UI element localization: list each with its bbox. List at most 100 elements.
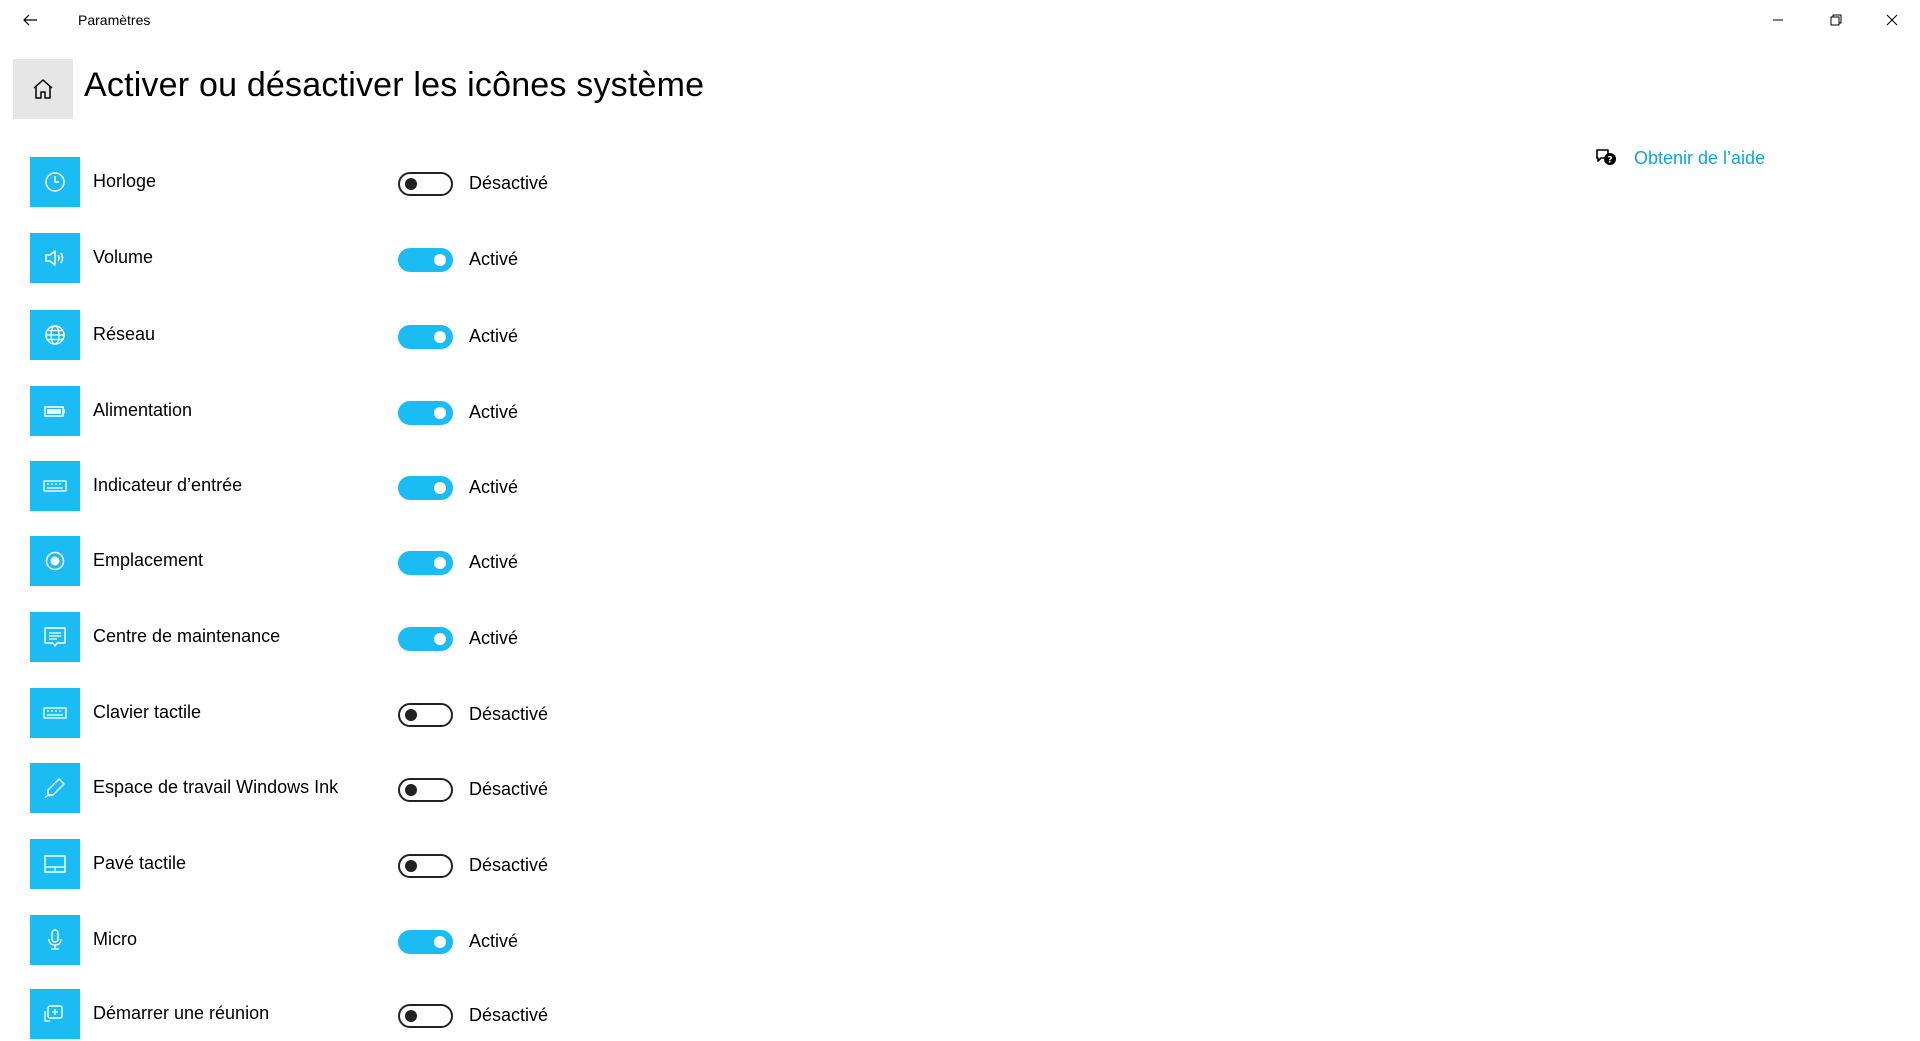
- toggle-knob: [405, 860, 417, 872]
- toggle-knob: [405, 178, 417, 190]
- row-meet-now: Démarrer une réunion Désactivé: [30, 989, 550, 1041]
- help-label: Obtenir de l’aide: [1634, 147, 1766, 168]
- row-label-microphone: Micro: [93, 929, 137, 949]
- state-microphone: Activé: [469, 931, 519, 951]
- minimize-button[interactable]: [1750, 0, 1806, 40]
- state-network: Activé: [469, 326, 519, 346]
- row-label-meet-now: Démarrer une réunion: [93, 1003, 270, 1023]
- row-network: Réseau Activé: [30, 310, 550, 362]
- row-clock: Horloge Désactivé: [30, 157, 550, 209]
- state-power: Activé: [469, 402, 519, 422]
- row-label-power: Alimentation: [93, 400, 193, 420]
- pen-icon: [44, 778, 65, 799]
- toggle-network[interactable]: [398, 325, 453, 349]
- row-label-volume: Volume: [93, 247, 154, 267]
- toggle-knob: [434, 633, 446, 645]
- back-button[interactable]: [10, 4, 50, 36]
- toggle-power[interactable]: [398, 401, 453, 425]
- keyboard-icon: [43, 480, 67, 492]
- row-action-center: Centre de maintenance Activé: [30, 612, 550, 664]
- toggle-knob: [434, 254, 446, 266]
- tile-power: [30, 386, 80, 436]
- app-title: Paramètres: [78, 12, 151, 28]
- toggle-input-indicator[interactable]: [398, 476, 453, 500]
- toggle-microphone[interactable]: [398, 930, 453, 954]
- toggle-touchpad[interactable]: [398, 854, 453, 878]
- row-input-indicator: Indicateur d’entrée Activé: [30, 461, 550, 513]
- minimize-icon: [1773, 19, 1783, 21]
- row-label-touch-keyboard: Clavier tactile: [93, 702, 202, 722]
- home-icon: [33, 79, 53, 99]
- back-arrow-icon: [23, 14, 37, 26]
- toggle-meet-now[interactable]: [398, 1004, 453, 1028]
- toggle-knob: [434, 936, 446, 948]
- tile-input-indicator: [30, 461, 80, 511]
- row-touch-keyboard: Clavier tactile Désactivé: [30, 688, 550, 740]
- meet-now-icon: [44, 1005, 63, 1022]
- tile-touch-keyboard: [30, 688, 80, 738]
- row-location: Emplacement Activé: [30, 536, 550, 588]
- toggle-action-center[interactable]: [398, 627, 453, 651]
- state-clock: Désactivé: [469, 173, 549, 193]
- tile-clock: [30, 157, 80, 207]
- tile-touchpad: [30, 839, 80, 889]
- location-icon: [45, 551, 65, 571]
- title-bar: Paramètres: [0, 0, 1920, 40]
- state-location: Activé: [469, 552, 519, 572]
- row-label-clock: Horloge: [93, 171, 157, 191]
- state-meet-now: Désactivé: [469, 1005, 549, 1025]
- row-windows-ink: Espace de travail Windows Ink Désactivé: [30, 763, 550, 815]
- state-action-center: Activé: [469, 628, 519, 648]
- toggle-knob: [405, 1010, 417, 1022]
- row-label-location: Emplacement: [93, 550, 204, 570]
- row-label-action-center: Centre de maintenance: [93, 626, 281, 646]
- clock-icon: [45, 172, 65, 192]
- toggle-location[interactable]: [398, 551, 453, 575]
- battery-icon: [44, 406, 65, 417]
- maximize-button[interactable]: [1808, 0, 1864, 40]
- close-icon: [1886, 14, 1898, 26]
- speaker-icon: [45, 250, 64, 266]
- toggle-clock[interactable]: [398, 172, 453, 196]
- tile-windows-ink: [30, 763, 80, 813]
- tile-location: [30, 536, 80, 586]
- svg-text:?: ?: [1607, 156, 1612, 166]
- state-windows-ink: Désactivé: [469, 779, 549, 799]
- tile-microphone: [30, 915, 80, 965]
- row-label-windows-ink: Espace de travail Windows Ink: [93, 777, 339, 797]
- chat-help-icon: ?: [1596, 149, 1616, 166]
- row-label-touchpad: Pavé tactile: [93, 853, 187, 873]
- row-label-network: Réseau: [93, 324, 156, 344]
- toggle-touch-keyboard[interactable]: [398, 703, 453, 727]
- toggle-volume[interactable]: [398, 248, 453, 272]
- row-touchpad: Pavé tactile Désactivé: [30, 839, 550, 891]
- touch-keyboard-icon: [43, 707, 67, 719]
- microphone-icon: [48, 929, 62, 950]
- tile-action-center: [30, 612, 80, 662]
- restore-icon: [1830, 14, 1842, 26]
- toggle-knob: [434, 407, 446, 419]
- state-volume: Activé: [469, 249, 519, 269]
- globe-icon: [45, 325, 65, 345]
- toggle-knob: [405, 709, 417, 721]
- page-title: Activer ou désactiver les icônes système: [84, 66, 705, 104]
- tile-network: [30, 310, 80, 360]
- tile-volume: [30, 233, 80, 283]
- state-touch-keyboard: Désactivé: [469, 704, 549, 724]
- help-link[interactable]: ? Obtenir de l’aide: [1594, 146, 1765, 170]
- row-power: Alimentation Activé: [30, 386, 550, 438]
- touchpad-icon: [44, 855, 66, 873]
- state-input-indicator: Activé: [469, 477, 519, 497]
- toggle-windows-ink[interactable]: [398, 778, 453, 802]
- close-button[interactable]: [1864, 0, 1920, 40]
- toggle-knob: [434, 557, 446, 569]
- action-center-icon: [44, 627, 66, 647]
- row-microphone: Micro Activé: [30, 915, 550, 967]
- row-label-input-indicator: Indicateur d’entrée: [93, 475, 243, 495]
- toggle-knob: [434, 482, 446, 494]
- toggle-knob: [405, 784, 417, 796]
- toggle-knob: [434, 331, 446, 343]
- home-button[interactable]: [13, 59, 73, 119]
- state-touchpad: Désactivé: [469, 855, 549, 875]
- row-volume: Volume Activé: [30, 233, 550, 285]
